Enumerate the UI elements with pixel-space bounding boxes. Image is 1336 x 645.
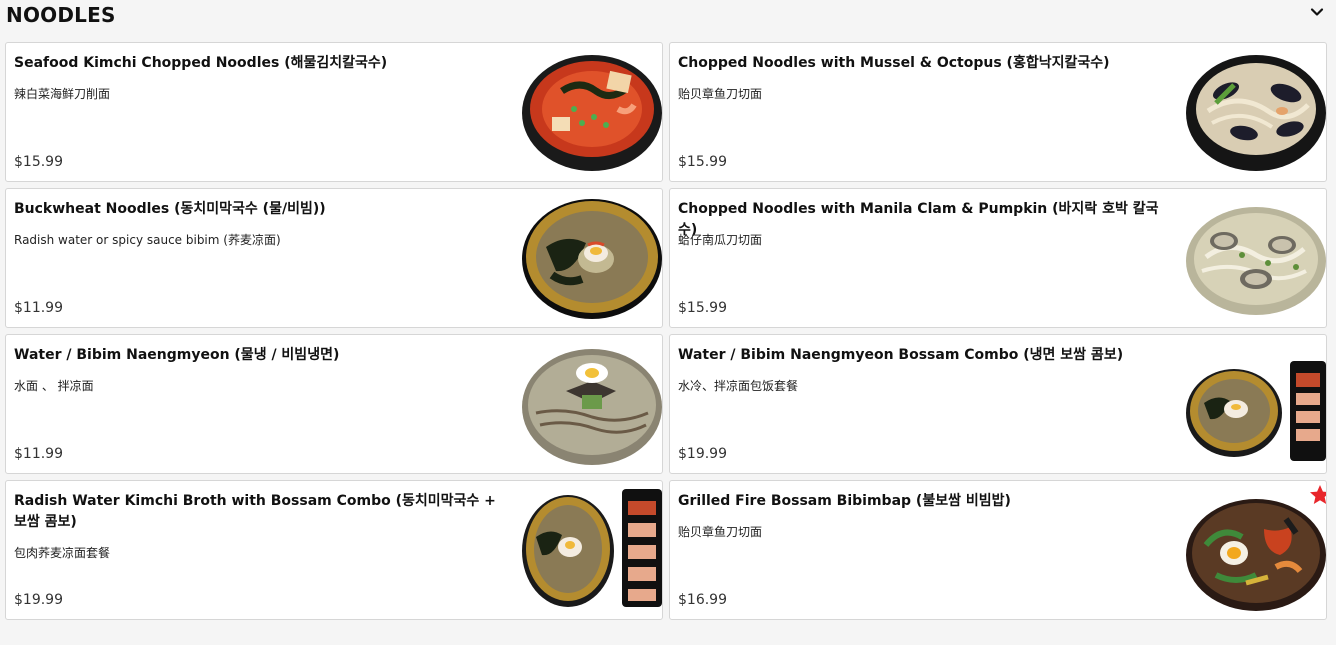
menu-item-image (1186, 197, 1326, 321)
menu-item-description: 水面 、 拌凉面 (14, 379, 94, 393)
menu-item-image (1186, 489, 1326, 613)
menu-item-card[interactable]: Buckwheat Noodles (동치미막국수 (물/비빔)) Radish… (5, 188, 663, 328)
menu-item-name: Water / Bibim Naengmyeon (물냉 / 비빔냉면) (14, 347, 340, 363)
menu-item-card[interactable]: Water / Bibim Naengmyeon (물냉 / 비빔냉면) 水面 … (5, 334, 663, 474)
menu-item-price: $15.99 (14, 154, 63, 170)
menu-item-image (522, 197, 662, 321)
menu-item-image (522, 51, 662, 175)
menu-item-image (1186, 343, 1326, 467)
menu-item-image (1186, 51, 1326, 175)
menu-item-grid: Seafood Kimchi Chopped Noodles (해물김치칼국수)… (5, 42, 1327, 620)
section-title: NOODLES (6, 3, 116, 27)
menu-item-price: $15.99 (678, 300, 727, 316)
menu-item-description: 贻贝章鱼刀切面 (678, 525, 763, 539)
menu-item-price: $11.99 (14, 300, 63, 316)
menu-item-description: 辣白菜海鲜刀削面 (14, 87, 111, 101)
menu-item-description: 包肉荞麦凉面套餐 (14, 546, 111, 560)
menu-item-card[interactable]: Grilled Fire Bossam Bibimbap (불보쌈 비빔밥) 贻… (669, 480, 1327, 620)
menu-item-card[interactable]: Chopped Noodles with Mussel & Octopus (홍… (669, 42, 1327, 182)
menu-item-name: Water / Bibim Naengmyeon Bossam Combo (냉… (678, 347, 1124, 363)
star-badge-icon (1310, 485, 1326, 504)
menu-item-card[interactable]: Radish Water Kimchi Broth with Bossam Co… (5, 480, 663, 620)
menu-item-name: Buckwheat Noodles (동치미막국수 (물/비빔)) (14, 201, 326, 217)
menu-item-description: Radish water or spicy sauce bibim (荞麦凉面) (14, 233, 281, 247)
menu-item-name: Seafood Kimchi Chopped Noodles (해물김치칼국수) (14, 55, 388, 71)
menu-item-image (522, 489, 662, 613)
menu-item-image (522, 343, 662, 467)
menu-item-price: $19.99 (678, 446, 727, 462)
menu-item-card[interactable]: Water / Bibim Naengmyeon Bossam Combo (냉… (669, 334, 1327, 474)
menu-item-price: $15.99 (678, 154, 727, 170)
menu-item-name: Radish Water Kimchi Broth with Bossam Co… (14, 493, 496, 530)
menu-item-description: 水冷、拌凉面包饭套餐 (678, 379, 799, 393)
menu-item-card[interactable]: Seafood Kimchi Chopped Noodles (해물김치칼국수)… (5, 42, 663, 182)
menu-item-price: $16.99 (678, 592, 727, 608)
menu-item-name: Grilled Fire Bossam Bibimbap (불보쌈 비빔밥) (678, 493, 1011, 509)
collapse-toggle-button[interactable] (1304, 0, 1330, 24)
menu-item-price: $19.99 (14, 592, 63, 608)
section-header: NOODLES (0, 0, 1336, 40)
menu-item-description: 贻贝章鱼刀切面 (678, 87, 763, 101)
menu-item-card[interactable]: Chopped Noodles with Manila Clam & Pumpk… (669, 188, 1327, 328)
menu-item-name: Chopped Noodles with Mussel & Octopus (홍… (678, 55, 1110, 71)
menu-item-price: $11.99 (14, 446, 63, 462)
chevron-down-icon (1310, 8, 1324, 16)
menu-item-description: 蛤仔南瓜刀切面 (678, 233, 763, 247)
